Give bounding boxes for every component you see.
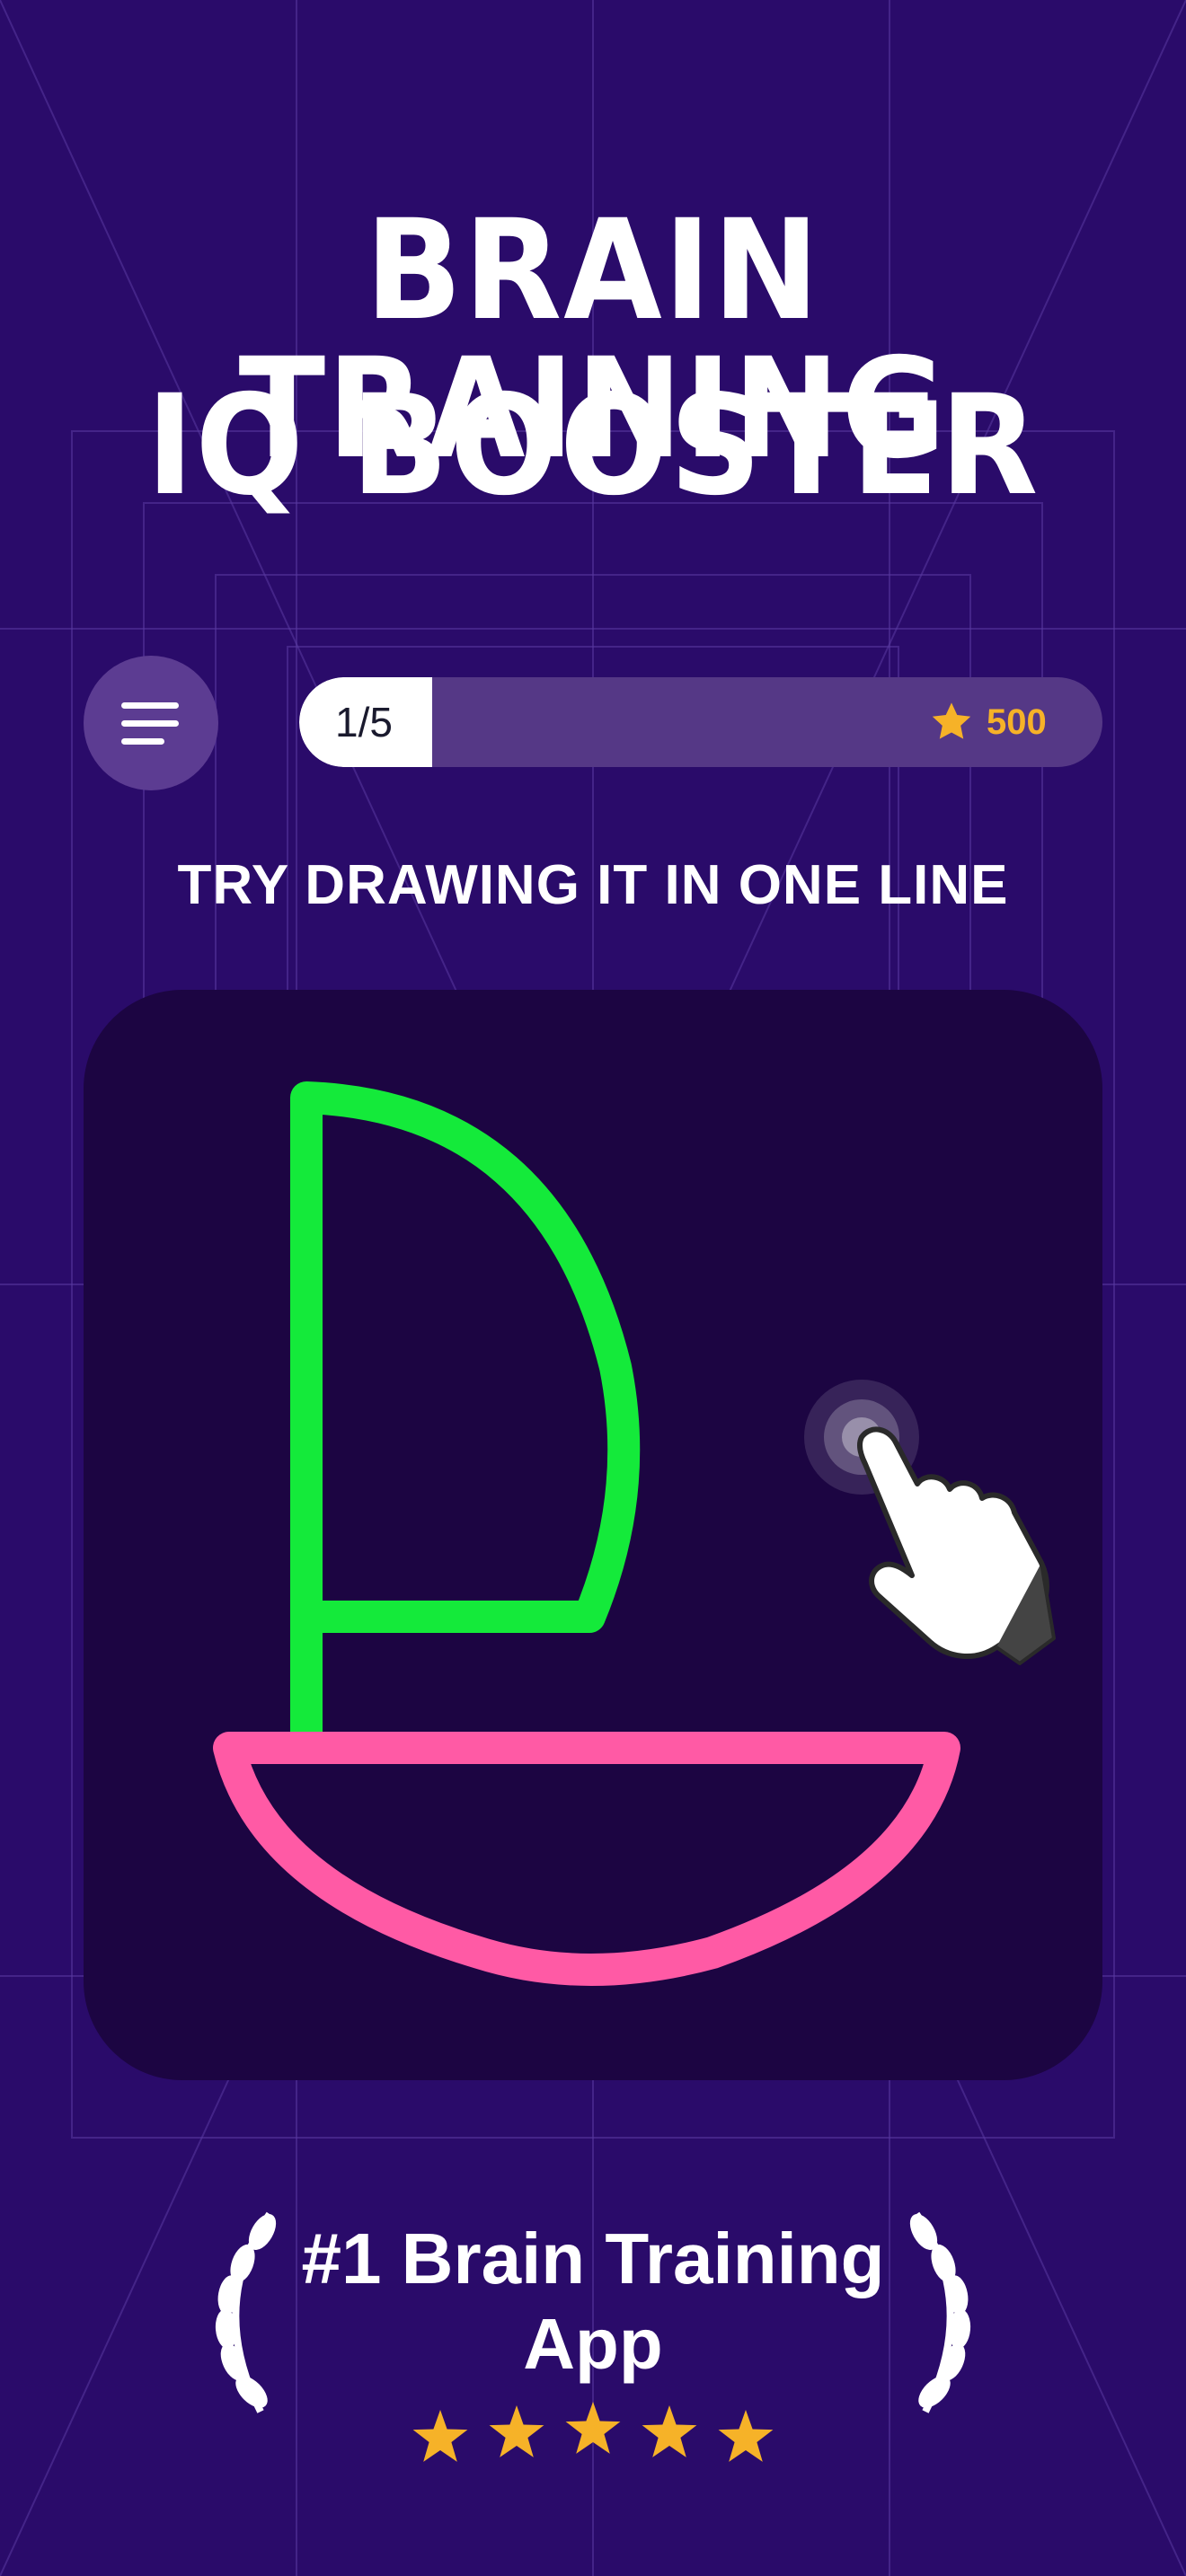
rating-star-icon [565, 2402, 621, 2454]
hull-shape [213, 1732, 960, 1986]
score-value: 500 [987, 702, 1047, 742]
puzzle-board[interactable] [84, 990, 1102, 2080]
rating-star-icon [412, 2410, 468, 2462]
star-icon [932, 702, 971, 739]
level-progress-bar: 1/5 500 [299, 677, 1102, 767]
rating-star-icon [489, 2405, 544, 2457]
rating-stars [412, 2402, 774, 2462]
pointing-hand-icon [856, 1426, 1056, 1665]
rating-star-icon [718, 2410, 774, 2462]
rating-star-icon [642, 2405, 697, 2457]
sailboat-puzzle[interactable] [84, 990, 1102, 2080]
menu-button[interactable] [84, 656, 218, 790]
instruction-text: TRY DRAWING IT IN ONE LINE [177, 854, 1009, 916]
progress-label: 1/5 [335, 699, 393, 745]
award-title-line-1: #1 Brain Training [301, 2219, 885, 2298]
sail-shape [290, 1081, 641, 1732]
award-title-line-2: App [523, 2304, 663, 2384]
headline-line-2: IQ BOOSTER [146, 366, 1040, 526]
